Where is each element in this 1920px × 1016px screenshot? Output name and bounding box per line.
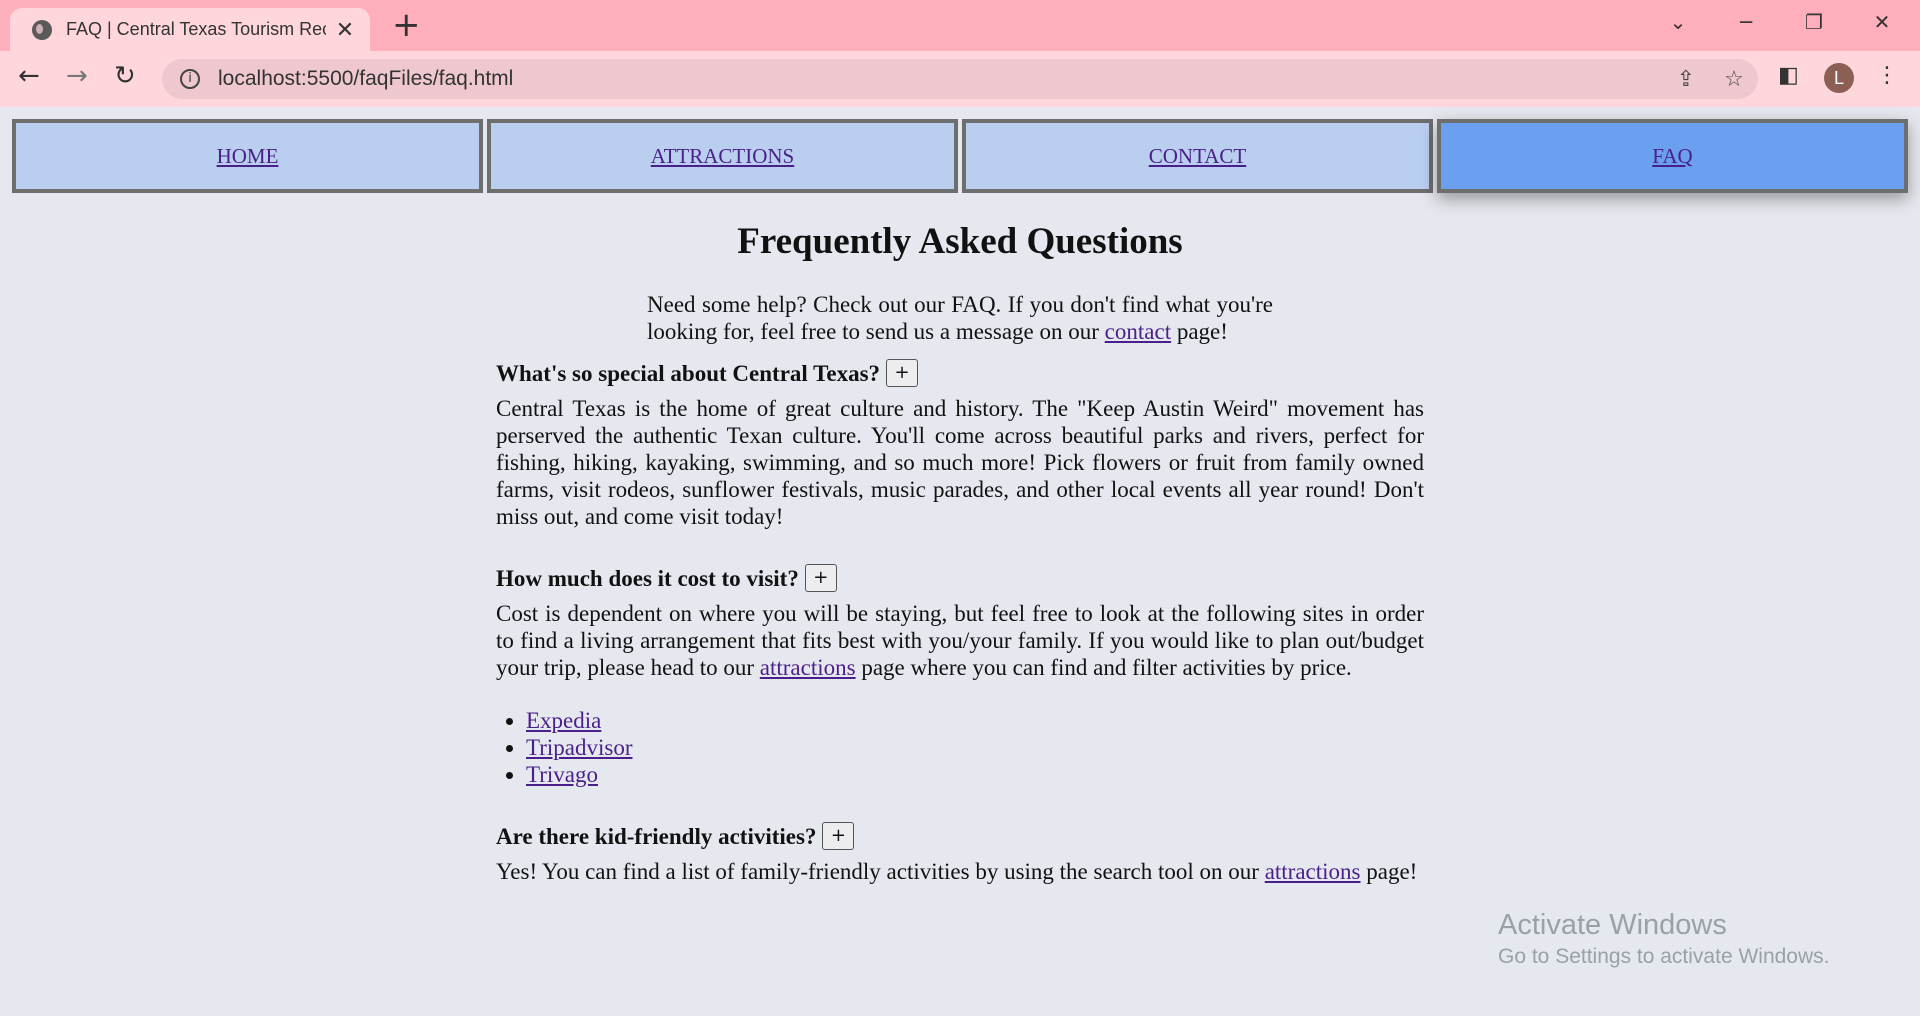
nav-link-attractions[interactable]: ATTRACTIONS [651,144,795,169]
attractions-link[interactable]: attractions [1265,859,1361,884]
tab-search-icon[interactable]: ⌄ [1644,10,1712,34]
windows-activation-watermark: Activate Windows Go to Settings to activ… [1498,909,1830,968]
back-icon[interactable]: ← [18,61,40,91]
list-item: Expedia [526,707,1424,734]
browser-menu-icon[interactable]: ⋮ [1876,63,1898,88]
site-nav: HOME ATTRACTIONS CONTACT FAQ [12,119,1908,193]
globe-icon [32,19,52,40]
restore-icon[interactable]: ❐ [1780,10,1848,34]
tab-strip: FAQ | Central Texas Tourism Reco ✕ + ⌄ ─… [0,0,1920,51]
window-close-icon[interactable]: ✕ [1848,10,1916,34]
expand-button[interactable]: + [804,564,837,592]
booking-sites-list: Expedia Tripadvisor Trivago [496,707,1424,788]
nav-item-contact: CONTACT [962,119,1433,193]
faq-answer-3: Yes! You can find a list of family-frien… [496,859,1418,884]
faq-question-2: How much does it cost to visit? + [496,564,1424,592]
intro-text: Need some help? Check out our FAQ. If yo… [647,292,1273,344]
tab-title: FAQ | Central Texas Tourism Reco [66,19,326,39]
nav-item-faq: FAQ [1437,119,1908,193]
forward-icon[interactable]: → [66,61,88,91]
faq-question-3: Are there kid-friendly activities? + [496,822,1424,850]
list-item: Trivago [526,761,1424,788]
trivago-link[interactable]: Trivago [526,762,598,787]
reload-icon[interactable]: ↻ [114,61,136,91]
attractions-link[interactable]: attractions [760,655,856,680]
expedia-link[interactable]: Expedia [526,708,601,733]
nav-link-home[interactable]: HOME [217,144,279,169]
faq-answer-1: Central Texas is the home of great cultu… [496,396,1424,529]
page: HOME ATTRACTIONS CONTACT FAQ Frequently … [0,107,1920,1016]
expand-button[interactable]: + [886,359,919,387]
share-icon[interactable]: ⇪ [1662,67,1710,92]
new-tab-icon[interactable]: + [392,8,421,42]
bookmark-star-icon[interactable]: ☆ [1710,67,1758,92]
profile-avatar[interactable]: L [1824,63,1854,93]
browser-tab[interactable]: FAQ | Central Texas Tourism Reco ✕ [10,8,370,51]
browser-toolbar: ← → ↻ i localhost:5500/faqFiles/faq.html… [0,51,1920,107]
page-title: Frequently Asked Questions [737,221,1183,262]
side-panel-icon[interactable]: ◧ [1778,63,1799,88]
faq-content: Frequently Asked Questions Need some hel… [496,221,1424,885]
browser-chrome: FAQ | Central Texas Tourism Reco ✕ + ⌄ ─… [0,0,1920,107]
list-item: Tripadvisor [526,734,1424,761]
minimize-icon[interactable]: ─ [1712,10,1780,34]
window-controls: ⌄ ─ ❐ ✕ [1644,0,1916,44]
expand-button[interactable]: + [822,822,855,850]
faq-answer-2: Cost is dependent on where you will be s… [496,601,1424,680]
nav-link-contact[interactable]: CONTACT [1149,144,1246,169]
faq-question-1: What's so special about Central Texas? + [496,359,1424,387]
nav-link-faq[interactable]: FAQ [1652,144,1692,169]
nav-item-attractions: ATTRACTIONS [487,119,958,193]
url-text[interactable]: localhost:5500/faqFiles/faq.html [218,67,1662,91]
close-tab-icon[interactable]: ✕ [334,17,356,43]
nav-item-home: HOME [12,119,483,193]
address-bar[interactable]: i localhost:5500/faqFiles/faq.html ⇪ ☆ [162,59,1758,99]
site-info-icon[interactable]: i [180,69,200,89]
tripadvisor-link[interactable]: Tripadvisor [526,735,633,760]
contact-link[interactable]: contact [1105,319,1171,344]
